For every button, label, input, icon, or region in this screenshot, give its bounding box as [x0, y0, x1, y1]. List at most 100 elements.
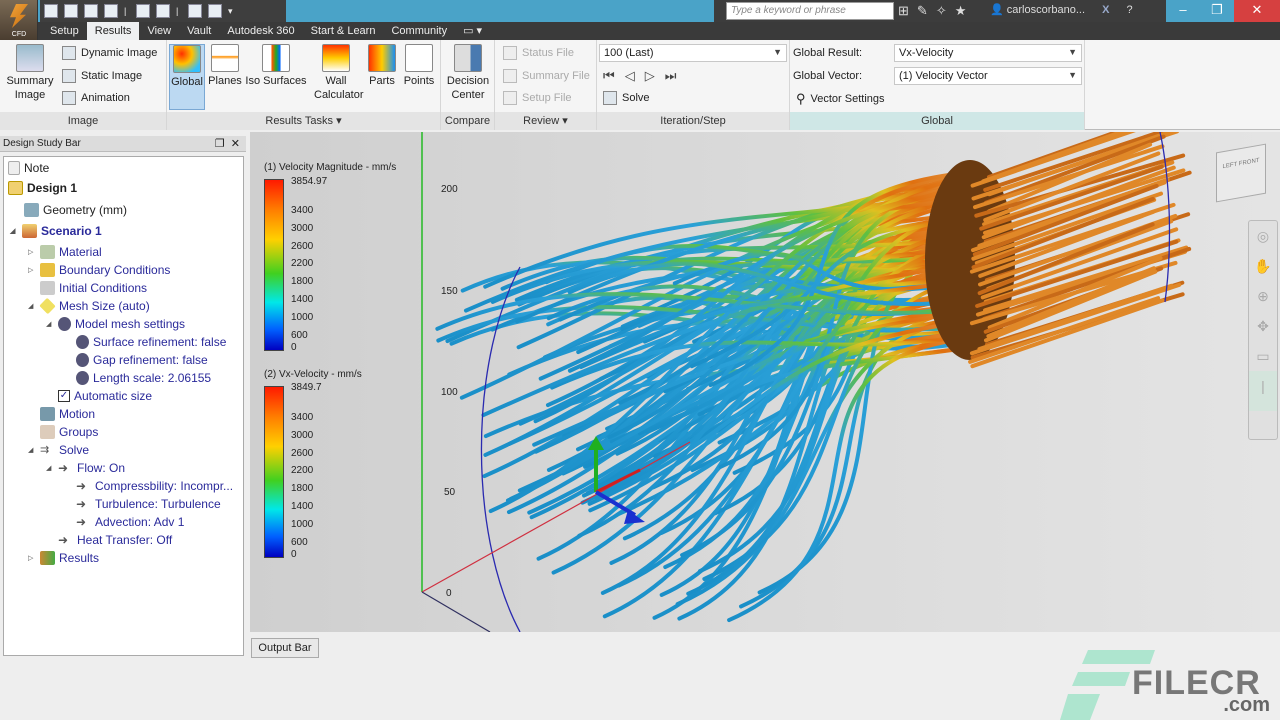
satellite-icon[interactable]: ✧: [936, 3, 947, 19]
iso-surfaces-button[interactable]: Iso Surfaces: [245, 44, 307, 88]
save-as-icon[interactable]: [104, 4, 118, 18]
tree-node-advection[interactable]: ➜ Advection: Adv 1: [76, 515, 184, 529]
collapsed-arrow-icon[interactable]: ▷: [28, 266, 36, 274]
star-icon[interactable]: ★: [955, 3, 967, 19]
tree-node-turbulence[interactable]: ➜ Turbulence: Turbulence: [76, 497, 221, 511]
tree-node-solve[interactable]: ◢ ⇉ Solve: [28, 443, 89, 457]
orbit-icon[interactable]: ✥: [1249, 311, 1277, 341]
binoculars-icon[interactable]: ⊞: [898, 3, 909, 19]
static-image-button[interactable]: Static Image: [62, 69, 142, 83]
float-icon[interactable]: ❐: [215, 138, 225, 150]
collapsed-arrow-icon[interactable]: ▷: [28, 248, 36, 256]
viewcube-left-face[interactable]: LEFT: [1223, 162, 1238, 171]
steering-wheel-icon[interactable]: ◎: [1249, 221, 1277, 251]
tab-setup[interactable]: Setup: [42, 22, 87, 40]
user-account[interactable]: 👤 carloscorbano... X ?: [990, 3, 1133, 16]
tree-node-surface-refinement[interactable]: Surface refinement: false: [76, 335, 226, 349]
tab-start-learn[interactable]: Start & Learn: [303, 22, 384, 40]
look-at-icon[interactable]: ▭: [1249, 341, 1277, 371]
slider-handle[interactable]: |: [1249, 371, 1277, 411]
global-result-select[interactable]: Vx-Velocity ▼: [894, 44, 1082, 62]
collapsed-arrow-icon[interactable]: ▷: [28, 554, 36, 562]
redo-icon[interactable]: [156, 4, 170, 18]
parts-button[interactable]: Parts: [365, 44, 399, 88]
first-step-icon[interactable]: ⏮: [603, 68, 615, 84]
global-button[interactable]: Global: [169, 44, 205, 110]
tree-node-model-mesh-settings[interactable]: ◢ Model mesh settings: [46, 317, 185, 331]
tab-view[interactable]: View: [139, 22, 179, 40]
global-vector-select[interactable]: (1) Velocity Vector ▼: [894, 67, 1082, 85]
undo-icon[interactable]: [136, 4, 150, 18]
points-button[interactable]: Points: [401, 44, 437, 88]
tree-node-motion[interactable]: Motion: [40, 407, 95, 421]
vector-settings-button[interactable]: ⚲ Vector Settings: [796, 91, 885, 107]
streamline-scene: [421, 132, 1192, 632]
open-folder-icon[interactable]: [64, 4, 78, 18]
tab-autodesk-360[interactable]: Autodesk 360: [219, 22, 302, 40]
tree-node-flow[interactable]: ◢ ➜ Flow: On: [46, 461, 125, 475]
view-cube[interactable]: LEFT FRONT: [1216, 143, 1266, 203]
expanded-arrow-icon[interactable]: ◢: [46, 464, 54, 472]
window-icon[interactable]: [188, 4, 202, 18]
next-step-icon[interactable]: ▷: [645, 68, 655, 84]
tree-node-results[interactable]: ▷ Results: [28, 551, 99, 565]
tree-node-boundary-conditions[interactable]: ▷ Boundary Conditions: [28, 263, 170, 277]
setup-file-button[interactable]: Setup File: [503, 91, 572, 105]
save-icon[interactable]: [84, 4, 98, 18]
expanded-arrow-icon[interactable]: ◢: [46, 320, 54, 328]
tab-community[interactable]: Community: [383, 22, 455, 40]
tree-node-heat-transfer[interactable]: ➜ Heat Transfer: Off: [58, 533, 172, 547]
wall-calculator-button[interactable]: Wall Calculator: [311, 44, 364, 102]
solve-button[interactable]: Solve: [603, 91, 650, 105]
new-file-icon[interactable]: [44, 4, 58, 18]
output-bar-button[interactable]: Output Bar: [251, 638, 319, 658]
zoom-icon[interactable]: ⊕: [1249, 281, 1277, 311]
tree-node-material[interactable]: ▷ Material: [28, 245, 102, 259]
animation-button[interactable]: Animation: [62, 91, 130, 105]
exchange-icon[interactable]: X: [1102, 4, 1109, 16]
expanded-arrow-icon[interactable]: ◢: [10, 227, 18, 235]
layout-icon[interactable]: [208, 4, 222, 18]
iteration-select[interactable]: 100 (Last) ▼: [599, 44, 787, 62]
tree-node-gap-refinement[interactable]: Gap refinement: false: [76, 353, 208, 367]
panel-label[interactable]: Review ▾: [495, 112, 596, 130]
last-step-icon[interactable]: ⏭: [665, 68, 677, 84]
wrench-icon[interactable]: ✎: [917, 3, 928, 19]
tree-node-initial-conditions[interactable]: Initial Conditions: [40, 281, 147, 295]
tree-node-length-scale[interactable]: Length scale: 2.06155: [76, 371, 211, 385]
expanded-arrow-icon[interactable]: ◢: [28, 446, 36, 454]
pan-hand-icon[interactable]: ✋: [1249, 251, 1277, 281]
viewcube-front-face[interactable]: FRONT: [1239, 158, 1260, 168]
help-icon[interactable]: ?: [1127, 4, 1133, 16]
decision-center-button[interactable]: Decision Center: [443, 44, 493, 102]
tree-node-design[interactable]: Design 1: [8, 181, 77, 195]
search-input[interactable]: Type a keyword or phrase: [726, 2, 894, 20]
tab-results[interactable]: Results: [86, 22, 140, 40]
summary-file-button[interactable]: Summary File: [503, 69, 590, 83]
status-file-button[interactable]: Status File: [503, 46, 574, 60]
tree-node-scenario[interactable]: ◢ Scenario 1: [10, 224, 102, 238]
tree-node-mesh-size[interactable]: ◢ Mesh Size (auto): [28, 297, 150, 315]
close-button[interactable]: ✕: [1234, 0, 1280, 22]
summary-image-button[interactable]: Summary Image: [4, 44, 56, 102]
user-icon: 👤: [990, 4, 1007, 16]
qat-dropdown-icon[interactable]: ▾: [228, 4, 234, 18]
tree-node-compressibility[interactable]: ➜ Compressbility: Incompr...: [76, 479, 233, 493]
tree-node-geometry[interactable]: Geometry (mm): [24, 203, 127, 217]
dynamic-image-button[interactable]: Dynamic Image: [62, 46, 157, 60]
application-menu-button[interactable]: CFD: [0, 0, 38, 40]
tab-video-icon[interactable]: ▭ ▾: [455, 22, 490, 40]
close-panel-icon[interactable]: ✕: [231, 138, 240, 150]
previous-step-icon[interactable]: ◁: [625, 68, 635, 84]
restore-button[interactable]: ❐: [1200, 0, 1234, 22]
minimize-button[interactable]: –: [1166, 0, 1200, 22]
panel-label[interactable]: Results Tasks ▾: [167, 112, 440, 130]
tree-node-note[interactable]: Note: [8, 161, 49, 175]
tab-vault[interactable]: Vault: [179, 22, 219, 40]
automatic-size-checkbox[interactable]: ✓: [58, 390, 70, 402]
tree-node-automatic-size[interactable]: ✓ Automatic size: [58, 389, 152, 403]
3d-viewport[interactable]: (1) Velocity Magnitude - mm/s 3854.97 34…: [250, 132, 1280, 632]
tree-node-groups[interactable]: Groups: [40, 425, 98, 439]
planes-button[interactable]: Planes: [207, 44, 243, 88]
expanded-arrow-icon[interactable]: ◢: [28, 302, 36, 310]
